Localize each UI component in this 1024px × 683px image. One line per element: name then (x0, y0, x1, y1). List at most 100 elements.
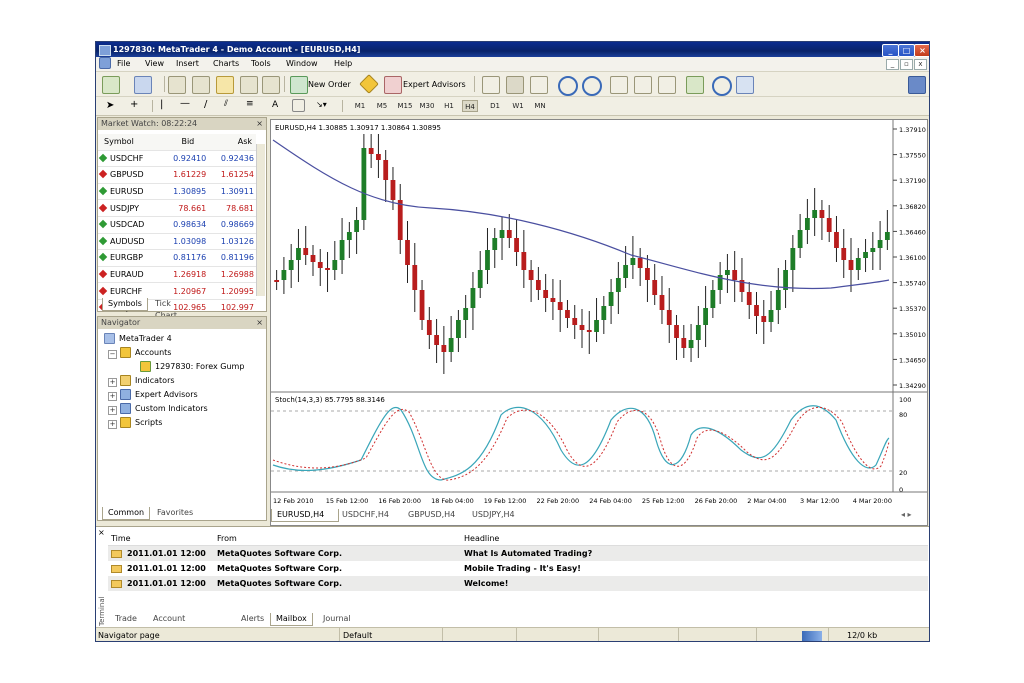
fibonacci-icon[interactable]: ≡ (246, 99, 254, 109)
close-icon[interactable]: × (256, 317, 263, 329)
market-watch-row[interactable]: EURCHF 1.20967 1.20995 (98, 282, 256, 300)
line-chart-icon[interactable] (530, 76, 548, 94)
zoom-out-icon[interactable] (582, 76, 602, 96)
text-label-icon[interactable] (292, 99, 305, 112)
mdi-restore-button[interactable]: ▫ (900, 59, 913, 70)
new-chart-icon[interactable] (102, 76, 120, 94)
market-watch-row[interactable]: GBPUSD 1.61229 1.61254 (98, 166, 256, 184)
chart-canvas[interactable]: EURUSD,H4 1.30885 1.30917 1.30864 1.3089… (271, 120, 927, 509)
tab-eurusd-h4[interactable]: EURUSD,H4 (271, 509, 339, 522)
tab-usdchf-h4[interactable]: USDCHF,H4 (337, 509, 394, 521)
market-watch-row[interactable]: USDJPY 78.661 78.681 (98, 199, 256, 217)
tab-tick-chart[interactable]: Tick Chart (150, 298, 182, 320)
help-icon[interactable] (908, 76, 926, 94)
timeframe-w1[interactable]: W1 (510, 100, 526, 112)
tile-windows-icon[interactable] (610, 76, 628, 94)
new-order-button[interactable]: New Order (308, 80, 351, 89)
tab-mailbox[interactable]: Mailbox (270, 613, 313, 626)
timeframe-m30[interactable]: M30 (418, 100, 436, 112)
column-ask[interactable]: Ask (208, 134, 256, 151)
expand-icon[interactable]: + (108, 392, 117, 401)
terminal-icon[interactable] (240, 76, 258, 94)
tab-usdjpy-h4[interactable]: USDJPY,H4 (467, 509, 520, 521)
arrows-icon[interactable]: ↘▾ (316, 100, 327, 109)
expert-advisors-button[interactable]: Expert Advisors (403, 80, 466, 89)
menu-view[interactable]: View (145, 59, 164, 68)
collapse-icon[interactable]: − (108, 350, 117, 359)
table-row[interactable]: 2011.01.01 12:00 MetaQuotes Software Cor… (108, 561, 928, 576)
maximize-button[interactable]: □ (898, 44, 915, 57)
mdi-minimize-button[interactable]: _ (886, 59, 899, 70)
tab-favorites[interactable]: Favorites (152, 507, 198, 519)
close-button[interactable]: × (914, 44, 929, 57)
column-headline[interactable]: Headline (461, 531, 928, 546)
title-bar[interactable]: 1297830: MetaTrader 4 - Demo Account - [… (96, 42, 929, 57)
column-time[interactable]: Time (108, 531, 214, 546)
market-watch-row[interactable]: EURUSD 1.30895 1.30911 (98, 183, 256, 201)
tab-gbpusd-h4[interactable]: GBPUSD,H4 (403, 509, 460, 521)
nav-item-account-1297830[interactable]: 1297830: Forex Gump (140, 361, 244, 372)
nav-item-accounts[interactable]: Accounts (120, 347, 171, 358)
column-symbol[interactable]: Symbol (98, 134, 161, 151)
menu-insert[interactable]: Insert (176, 59, 199, 68)
menu-window[interactable]: Window (286, 59, 318, 68)
close-icon[interactable]: × (98, 528, 105, 537)
tab-symbols[interactable]: Symbols (102, 298, 148, 311)
close-icon[interactable]: × (256, 118, 263, 130)
chart-window[interactable]: EURUSD,H4 1.30885 1.30917 1.30864 1.3089… (270, 119, 928, 526)
tab-scroll-arrows[interactable]: ◂ ▸ (896, 509, 917, 521)
menu-file[interactable]: File (117, 59, 130, 68)
metaeditor-icon[interactable] (359, 74, 379, 94)
minimize-button[interactable]: _ (882, 44, 899, 57)
expand-icon[interactable]: + (108, 406, 117, 415)
navigator-icon[interactable] (216, 76, 234, 94)
bar-chart-icon[interactable] (482, 76, 500, 94)
tab-common[interactable]: Common (102, 507, 151, 520)
new-order-icon[interactable] (290, 76, 308, 94)
market-watch-scrollbar[interactable] (256, 144, 265, 296)
candlestick-icon[interactable] (506, 76, 524, 94)
tab-journal[interactable]: Journal (318, 613, 356, 625)
autoscroll-icon[interactable] (634, 76, 652, 94)
menu-charts[interactable]: Charts (213, 59, 239, 68)
indicators-list-icon[interactable] (686, 76, 704, 94)
periods-icon[interactable] (712, 76, 732, 96)
table-row[interactable]: 2011.01.01 12:00 MetaQuotes Software Cor… (108, 576, 928, 591)
trendline-icon[interactable]: / (204, 99, 207, 110)
nav-item-metatrader[interactable]: MetaTrader 4 (104, 333, 172, 344)
market-watch-row[interactable]: USDCHF 0.92410 0.92436 (98, 150, 256, 168)
expand-icon[interactable]: + (108, 420, 117, 429)
nav-item-scripts[interactable]: Scripts (120, 417, 162, 428)
expert-advisors-icon[interactable] (384, 76, 402, 94)
timeframe-h4[interactable]: H4 (462, 100, 478, 112)
chart-shift-icon[interactable] (658, 76, 676, 94)
expand-icon[interactable]: + (108, 378, 117, 387)
market-watch-row[interactable]: EURAUD 1.26918 1.26988 (98, 266, 256, 284)
equidistant-channel-icon[interactable]: ⫽ (224, 99, 228, 109)
column-bid[interactable]: Bid (160, 134, 209, 151)
nav-item-custom-indicators[interactable]: Custom Indicators (120, 403, 208, 414)
market-watch-icon[interactable] (168, 76, 186, 94)
menu-help[interactable]: Help (334, 59, 352, 68)
templates-icon[interactable] (736, 76, 754, 94)
text-tool-icon[interactable]: A (272, 100, 278, 110)
timeframe-m15[interactable]: M15 (396, 100, 414, 112)
nav-item-indicators[interactable]: Indicators (120, 375, 175, 386)
mdi-close-button[interactable]: x (914, 59, 927, 70)
menu-tools[interactable]: Tools (251, 59, 271, 68)
strategy-tester-icon[interactable] (262, 76, 280, 94)
tab-alerts[interactable]: Alerts (236, 613, 269, 625)
crosshair-icon[interactable]: + (130, 99, 138, 110)
data-window-icon[interactable] (192, 76, 210, 94)
tab-trade[interactable]: Trade (110, 613, 142, 625)
market-watch-row[interactable]: USDCAD 0.98634 0.98669 (98, 216, 256, 234)
timeframe-mn[interactable]: MN (532, 100, 548, 112)
nav-item-expert-advisors[interactable]: Expert Advisors (120, 389, 198, 400)
timeframe-d1[interactable]: D1 (488, 100, 502, 112)
timeframe-m5[interactable]: M5 (374, 100, 390, 112)
cursor-icon[interactable]: ➤ (106, 100, 114, 111)
table-row[interactable]: 2011.01.01 12:00 MetaQuotes Software Cor… (108, 545, 928, 561)
column-from[interactable]: From (214, 531, 461, 546)
zoom-in-icon[interactable] (558, 76, 578, 96)
horizontal-line-icon[interactable]: — (180, 98, 190, 109)
